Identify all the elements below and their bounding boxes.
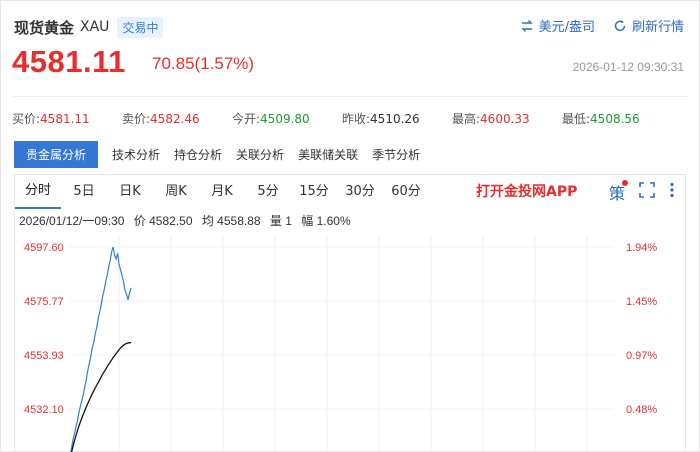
analysis-tabs: 贵金属分析 技术分析 持仓分析 关联分析 美联储关联 季节分析 — [14, 141, 434, 168]
tab-60min[interactable]: 60分 — [383, 175, 429, 208]
chart-tools: 策 — [609, 180, 675, 204]
info-amplitude: 幅 1.60% — [301, 214, 351, 228]
stat-value: 4600.33 — [480, 112, 530, 126]
quote-time: 2026-01-12 09:30:31 — [572, 60, 684, 74]
stat-low: 最低:4508.56 — [562, 110, 672, 127]
stat-value: 4510.26 — [370, 112, 420, 126]
y-tick-label-left: 4597.60 — [24, 242, 64, 254]
chart-info-row: 2026/01/12/一09:30 价 4582.50 均 4558.88 量 … — [19, 212, 357, 229]
y-tick-label-left: 4553.93 — [24, 350, 64, 362]
info-volume: 量 1 — [269, 214, 292, 228]
price-change: 70.85(1.57%) — [152, 54, 255, 73]
tab-correlation-analysis[interactable]: 关联分析 — [236, 146, 284, 163]
stat-label: 昨收: — [342, 112, 371, 126]
average-line — [70, 342, 131, 452]
stat-value: 4509.80 — [260, 112, 310, 126]
tab-fed-correlation[interactable]: 美联储关联 — [298, 146, 358, 163]
stat-ask: 卖价:4582.46 — [122, 110, 232, 127]
open-app-link[interactable]: 打开金投网APP — [476, 181, 577, 201]
current-price: 4581.11 — [12, 44, 126, 79]
fullscreen-icon[interactable] — [639, 182, 655, 202]
swap-icon — [520, 19, 533, 32]
refresh-icon — [614, 19, 626, 31]
price-line — [70, 246, 132, 452]
refresh-button[interactable]: 刷新行情 — [613, 16, 684, 35]
stat-label: 最高: — [452, 112, 481, 126]
header-actions: 美元/盎司 刷新行情 — [520, 16, 684, 35]
stat-bid: 买价:4581.11 — [12, 110, 122, 127]
tab-technical-analysis[interactable]: 技术分析 — [112, 146, 160, 163]
info-avg: 均 4558.88 — [201, 214, 261, 228]
stat-label: 今开: — [232, 112, 261, 126]
stat-open: 今开:4509.80 — [232, 110, 342, 127]
tab-15min[interactable]: 15分 — [291, 175, 337, 208]
y-tick-label-right: 0.48% — [626, 404, 657, 416]
stat-label: 买价: — [12, 112, 41, 126]
tab-seasonal-analysis[interactable]: 季节分析 — [372, 146, 420, 163]
tab-intraday[interactable]: 分时 — [15, 174, 61, 209]
divider — [12, 96, 688, 97]
tab-5day[interactable]: 5日 — [61, 175, 107, 208]
stat-label: 卖价: — [122, 112, 151, 126]
tab-weekly-k[interactable]: 周K — [153, 175, 199, 208]
y-tick-label-left: 4575.77 — [24, 296, 64, 308]
period-tabs: 分时 5日 日K 周K 月K 5分 15分 30分 60分 — [15, 174, 429, 209]
status-badge: 交易中 — [117, 16, 164, 38]
currency-toggle-label: 美元/盎司 — [538, 20, 595, 35]
tab-30min[interactable]: 30分 — [337, 175, 383, 208]
stat-value: 4581.11 — [40, 112, 90, 126]
stats-row: 买价:4581.11 卖价:4582.46 今开:4509.80 昨收:4510… — [12, 110, 672, 127]
fullscreen-icon-glyph — [639, 182, 655, 198]
y-tick-label-left: 4532.10 — [24, 404, 64, 416]
info-price: 价 4582.50 — [133, 214, 193, 228]
tab-5min[interactable]: 5分 — [245, 175, 291, 208]
stat-prev-close: 昨收:4510.26 — [342, 110, 452, 127]
instrument-name: 现货黄金 — [14, 18, 75, 37]
stat-value: 4582.46 — [150, 112, 200, 126]
y-tick-label-right: 1.45% — [626, 296, 657, 308]
stat-high: 最高:4600.33 — [452, 110, 562, 127]
more-dots-icon — [670, 182, 674, 198]
info-datetime: 2026/01/12/一09:30 — [19, 214, 125, 228]
notification-dot — [622, 180, 628, 186]
stat-label: 最低: — [562, 112, 591, 126]
instrument-code: XAU — [80, 19, 110, 35]
strategy-icon[interactable]: 策 — [608, 180, 628, 204]
y-tick-label-right: 0.97% — [626, 350, 657, 362]
tab-monthly-k[interactable]: 月K — [199, 175, 245, 208]
currency-toggle-button[interactable]: 美元/盎司 — [520, 16, 595, 35]
tab-precious-metal-analysis[interactable]: 贵金属分析 — [14, 141, 99, 168]
more-menu-icon[interactable] — [669, 182, 675, 202]
header: 现货黄金 XAU 交易中 — [14, 14, 164, 40]
tab-position-analysis[interactable]: 持仓分析 — [174, 146, 222, 163]
refresh-label: 刷新行情 — [631, 20, 684, 35]
y-tick-label-right: 1.94% — [626, 242, 657, 254]
stat-value: 4508.56 — [590, 112, 640, 126]
tab-daily-k[interactable]: 日K — [107, 175, 153, 208]
intraday-chart[interactable]: 4597.60 4575.77 4553.93 4532.10 1.94% 1.45% 0.… — [14, 236, 686, 452]
strategy-icon-label: 策 — [608, 184, 625, 203]
